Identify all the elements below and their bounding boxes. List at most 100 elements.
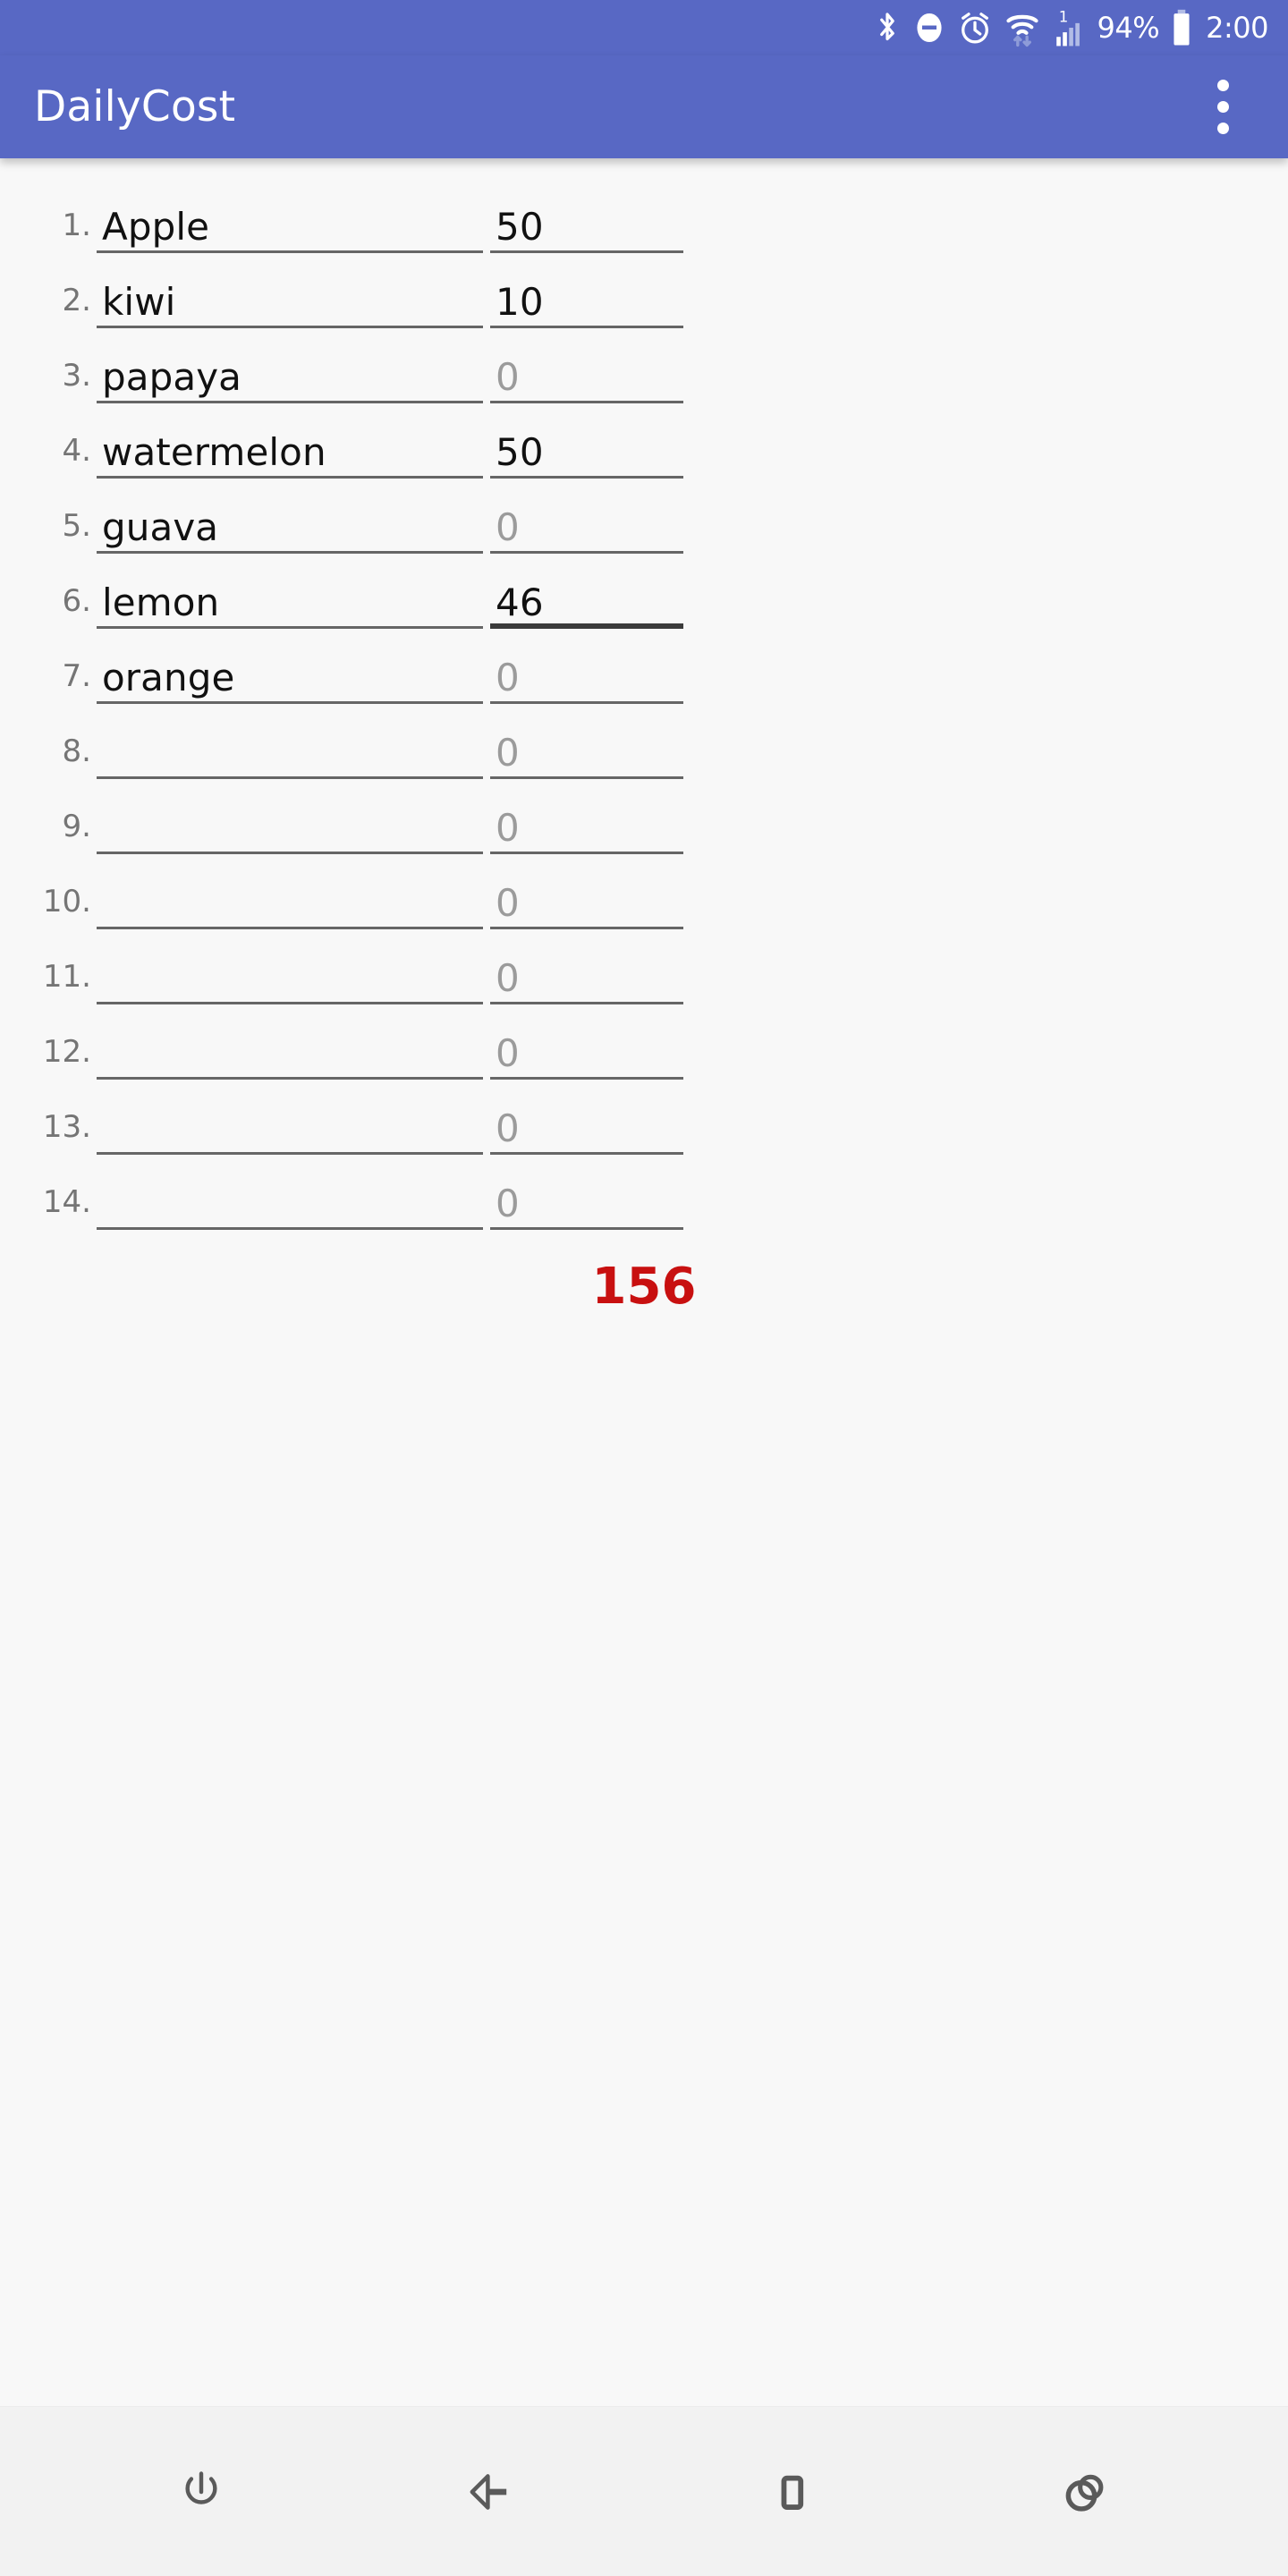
table-row: 10. 0 [0,854,1288,929]
table-row: 8. 0 [0,704,1288,779]
item-cost-value: 50 [496,434,544,474]
item-name-input[interactable] [97,779,483,854]
row-index-label: 7. [62,658,91,694]
item-name-input[interactable] [97,854,483,929]
app-bar: DailyCost [0,55,1288,158]
item-cost-value: 0 [496,509,520,549]
input-underline [490,1227,683,1230]
item-name-value [97,809,114,854]
battery-icon [1170,7,1193,48]
expense-list-screen: 1. Apple 50 2. kiwi 10 3. papaya 0 4. watermelon 50… [0,158,1288,2406]
bluetooth-icon [874,7,901,48]
overflow-dot [1216,80,1229,91]
item-cost-input[interactable]: 46 [490,554,683,629]
item-name-input[interactable] [97,704,483,779]
item-name-value: papaya [102,359,242,399]
item-cost-input[interactable]: 0 [490,929,683,1004]
item-cost-value: 0 [496,1035,520,1075]
total-value: 156 [591,1258,697,1316]
app-title: DailyCost [34,82,236,131]
item-name-value: watermelon [102,434,326,474]
item-cost-input[interactable]: 50 [490,178,683,253]
item-cost-input[interactable]: 0 [490,1155,683,1230]
wifi-icon [1004,7,1040,48]
do-not-disturb-icon [913,7,945,48]
row-index-label: 2. [62,283,91,318]
item-name-input[interactable] [97,1080,483,1155]
item-cost-input[interactable]: 0 [490,1004,683,1080]
total-row: 156 [0,1262,1288,1312]
system-navigation-bar [0,2406,1288,2576]
item-name-input[interactable]: Apple [97,178,483,253]
battery-percent-label: 94% [1097,11,1160,45]
row-index-label: 13. [42,1109,91,1145]
item-cost-input[interactable]: 0 [490,328,683,403]
table-row: 11. 0 [0,929,1288,1004]
item-name-value [97,885,114,929]
item-name-value: orange [102,659,235,699]
item-name-value: kiwi [102,284,176,324]
table-row: 7. orange 0 [0,629,1288,704]
row-index-label: 11. [42,959,91,995]
power-icon[interactable] [134,2434,268,2550]
item-name-value [97,1035,114,1080]
item-cost-input[interactable]: 0 [490,704,683,779]
item-name-value [97,1185,114,1230]
item-cost-input[interactable]: 10 [490,253,683,328]
item-name-input[interactable] [97,1155,483,1230]
item-cost-value: 10 [496,284,544,324]
table-row: 3. papaya 0 [0,328,1288,403]
item-cost-value: 0 [496,1185,520,1225]
clock-label: 2:00 [1206,11,1268,45]
item-name-input[interactable] [97,929,483,1004]
item-name-value [97,960,114,1004]
table-row: 2. kiwi 10 [0,253,1288,328]
table-row: 14. 0 [0,1155,1288,1230]
item-name-input[interactable]: orange [97,629,483,704]
back-icon[interactable] [429,2434,564,2550]
item-name-input[interactable]: watermelon [97,403,483,479]
item-name-value: lemon [102,584,220,624]
table-row: 6. lemon 46 [0,554,1288,629]
table-row: 9. 0 [0,779,1288,854]
table-row: 13. 0 [0,1080,1288,1155]
home-icon[interactable] [724,2434,859,2550]
item-cost-value: 46 [496,584,544,624]
item-name-input[interactable]: lemon [97,554,483,629]
item-name-input[interactable]: guava [97,479,483,554]
item-name-input[interactable] [97,1004,483,1080]
row-index-label: 8. [62,733,91,769]
row-index-label: 6. [62,583,91,619]
table-row: 5. guava 0 [0,479,1288,554]
item-cost-input[interactable]: 0 [490,479,683,554]
overflow-dot [1216,101,1229,113]
item-name-input[interactable]: kiwi [97,253,483,328]
input-underline [97,1227,483,1230]
item-cost-value: 0 [496,659,520,699]
item-cost-input[interactable]: 0 [490,779,683,854]
row-index-label: 3. [62,358,91,394]
item-cost-input[interactable]: 50 [490,403,683,479]
item-name-input[interactable]: papaya [97,328,483,403]
item-cost-input[interactable]: 0 [490,629,683,704]
overflow-menu-icon[interactable] [1191,67,1254,148]
item-name-value [97,734,114,779]
overflow-dot [1216,123,1229,134]
sim-label: 1 [1058,9,1068,26]
item-cost-value: 0 [496,1110,520,1150]
item-cost-value: 0 [496,359,520,399]
row-index-label: 4. [62,433,91,469]
item-cost-value: 0 [496,809,520,850]
recents-icon[interactable] [1020,2434,1154,2550]
item-name-value: Apple [102,208,210,249]
item-cost-value: 0 [496,960,520,1000]
item-cost-input[interactable]: 0 [490,1080,683,1155]
cellular-signal-icon: 1 [1053,7,1083,48]
row-index-label: 5. [62,508,91,544]
row-index-label: 14. [42,1184,91,1220]
alarm-icon [958,7,992,48]
item-cost-value: 50 [496,208,544,249]
item-name-value [97,1110,114,1155]
item-cost-input[interactable]: 0 [490,854,683,929]
table-row: 12. 0 [0,1004,1288,1080]
